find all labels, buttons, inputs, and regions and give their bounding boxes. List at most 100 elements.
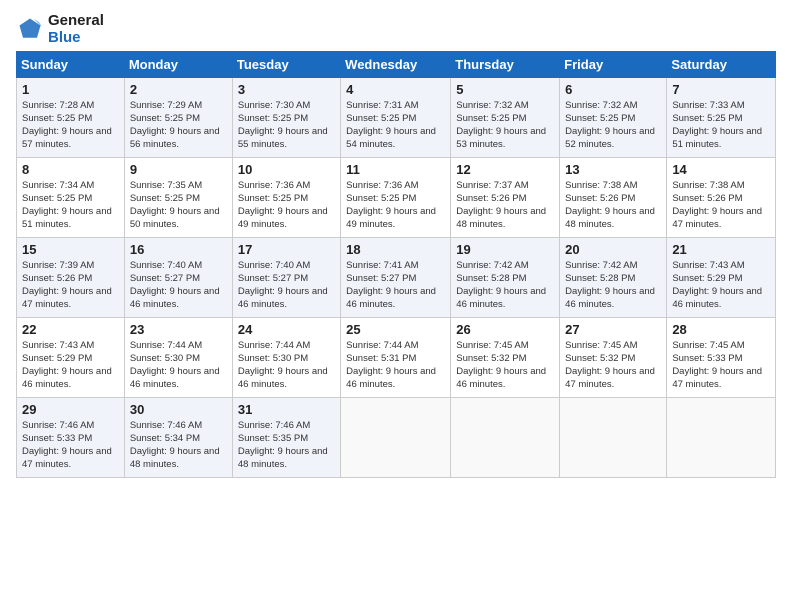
calendar-cell: 26 Sunrise: 7:45 AMSunset: 5:32 PMDayligh… <box>451 317 560 397</box>
calendar-cell: 11 Sunrise: 7:36 AMSunset: 5:25 PMDayligh… <box>341 157 451 237</box>
day-number: 19 <box>456 242 555 257</box>
calendar-cell: 7 Sunrise: 7:33 AMSunset: 5:25 PMDaylight… <box>667 77 776 157</box>
day-info: Sunrise: 7:32 AMSunset: 5:25 PMDaylight:… <box>456 99 555 152</box>
day-number: 21 <box>672 242 771 257</box>
calendar-cell: 2 Sunrise: 7:29 AMSunset: 5:25 PMDaylight… <box>124 77 232 157</box>
day-info: Sunrise: 7:42 AMSunset: 5:28 PMDaylight:… <box>456 259 555 312</box>
calendar-cell: 13 Sunrise: 7:38 AMSunset: 5:26 PMDayligh… <box>560 157 667 237</box>
day-number: 11 <box>346 162 446 177</box>
day-info: Sunrise: 7:45 AMSunset: 5:32 PMDaylight:… <box>456 339 555 392</box>
day-info: Sunrise: 7:43 AMSunset: 5:29 PMDaylight:… <box>22 339 120 392</box>
calendar-week-1: 1 Sunrise: 7:28 AMSunset: 5:25 PMDaylight… <box>17 77 776 157</box>
logo: General Blue <box>16 12 104 47</box>
day-number: 2 <box>130 82 228 97</box>
calendar-cell: 19 Sunrise: 7:42 AMSunset: 5:28 PMDayligh… <box>451 237 560 317</box>
calendar-cell: 14 Sunrise: 7:38 AMSunset: 5:26 PMDayligh… <box>667 157 776 237</box>
calendar-cell: 29 Sunrise: 7:46 AMSunset: 5:33 PMDayligh… <box>17 397 125 477</box>
day-number: 15 <box>22 242 120 257</box>
calendar-week-3: 15 Sunrise: 7:39 AMSunset: 5:26 PMDayligh… <box>17 237 776 317</box>
day-info: Sunrise: 7:44 AMSunset: 5:30 PMDaylight:… <box>130 339 228 392</box>
col-header-saturday: Saturday <box>667 51 776 77</box>
col-header-friday: Friday <box>560 51 667 77</box>
day-number: 24 <box>238 322 336 337</box>
calendar-cell: 12 Sunrise: 7:37 AMSunset: 5:26 PMDayligh… <box>451 157 560 237</box>
day-info: Sunrise: 7:36 AMSunset: 5:25 PMDaylight:… <box>346 179 446 232</box>
day-info: Sunrise: 7:38 AMSunset: 5:26 PMDaylight:… <box>565 179 662 232</box>
day-info: Sunrise: 7:45 AMSunset: 5:33 PMDaylight:… <box>672 339 771 392</box>
day-info: Sunrise: 7:40 AMSunset: 5:27 PMDaylight:… <box>130 259 228 312</box>
day-number: 26 <box>456 322 555 337</box>
day-info: Sunrise: 7:43 AMSunset: 5:29 PMDaylight:… <box>672 259 771 312</box>
day-info: Sunrise: 7:45 AMSunset: 5:32 PMDaylight:… <box>565 339 662 392</box>
day-number: 6 <box>565 82 662 97</box>
col-header-sunday: Sunday <box>17 51 125 77</box>
day-number: 8 <box>22 162 120 177</box>
day-number: 16 <box>130 242 228 257</box>
header-row: SundayMondayTuesdayWednesdayThursdayFrid… <box>17 51 776 77</box>
calendar-cell: 21 Sunrise: 7:43 AMSunset: 5:29 PMDayligh… <box>667 237 776 317</box>
day-info: Sunrise: 7:35 AMSunset: 5:25 PMDaylight:… <box>130 179 228 232</box>
day-number: 10 <box>238 162 336 177</box>
calendar-cell <box>560 397 667 477</box>
col-header-tuesday: Tuesday <box>232 51 340 77</box>
calendar-cell: 6 Sunrise: 7:32 AMSunset: 5:25 PMDaylight… <box>560 77 667 157</box>
day-info: Sunrise: 7:46 AMSunset: 5:33 PMDaylight:… <box>22 419 120 472</box>
calendar-cell: 4 Sunrise: 7:31 AMSunset: 5:25 PMDaylight… <box>341 77 451 157</box>
calendar-cell: 31Sunrise: 7:46 AMSunset: 5:35 PMDayligh… <box>232 397 340 477</box>
day-info: Sunrise: 7:44 AMSunset: 5:30 PMDaylight:… <box>238 339 336 392</box>
col-header-thursday: Thursday <box>451 51 560 77</box>
day-info: Sunrise: 7:44 AMSunset: 5:31 PMDaylight:… <box>346 339 446 392</box>
calendar-cell: 16 Sunrise: 7:40 AMSunset: 5:27 PMDayligh… <box>124 237 232 317</box>
calendar-cell: 22Sunrise: 7:43 AMSunset: 5:29 PMDayligh… <box>17 317 125 397</box>
day-number: 4 <box>346 82 446 97</box>
day-number: 31 <box>238 402 336 417</box>
calendar-cell: 27 Sunrise: 7:45 AMSunset: 5:32 PMDayligh… <box>560 317 667 397</box>
calendar-cell <box>667 397 776 477</box>
logo-icon <box>16 15 44 43</box>
day-number: 29 <box>22 402 120 417</box>
day-number: 7 <box>672 82 771 97</box>
day-info: Sunrise: 7:29 AMSunset: 5:25 PMDaylight:… <box>130 99 228 152</box>
day-info: Sunrise: 7:31 AMSunset: 5:25 PMDaylight:… <box>346 99 446 152</box>
day-number: 23 <box>130 322 228 337</box>
day-number: 20 <box>565 242 662 257</box>
calendar-cell: 24 Sunrise: 7:44 AMSunset: 5:30 PMDayligh… <box>232 317 340 397</box>
calendar-week-4: 22Sunrise: 7:43 AMSunset: 5:29 PMDayligh… <box>17 317 776 397</box>
day-info: Sunrise: 7:40 AMSunset: 5:27 PMDaylight:… <box>238 259 336 312</box>
day-info: Sunrise: 7:28 AMSunset: 5:25 PMDaylight:… <box>22 99 120 152</box>
day-number: 14 <box>672 162 771 177</box>
day-info: Sunrise: 7:32 AMSunset: 5:25 PMDaylight:… <box>565 99 662 152</box>
calendar-cell: 15 Sunrise: 7:39 AMSunset: 5:26 PMDayligh… <box>17 237 125 317</box>
day-number: 5 <box>456 82 555 97</box>
day-info: Sunrise: 7:39 AMSunset: 5:26 PMDaylight:… <box>22 259 120 312</box>
calendar-week-5: 29 Sunrise: 7:46 AMSunset: 5:33 PMDayligh… <box>17 397 776 477</box>
day-info: Sunrise: 7:33 AMSunset: 5:25 PMDaylight:… <box>672 99 771 152</box>
day-info: Sunrise: 7:37 AMSunset: 5:26 PMDaylight:… <box>456 179 555 232</box>
calendar-cell: 23 Sunrise: 7:44 AMSunset: 5:30 PMDayligh… <box>124 317 232 397</box>
col-header-monday: Monday <box>124 51 232 77</box>
calendar-cell: 25Sunrise: 7:44 AMSunset: 5:31 PMDayligh… <box>341 317 451 397</box>
calendar-cell <box>451 397 560 477</box>
day-info: Sunrise: 7:46 AMSunset: 5:34 PMDaylight:… <box>130 419 228 472</box>
header: General Blue <box>16 12 776 47</box>
day-info: Sunrise: 7:30 AMSunset: 5:25 PMDaylight:… <box>238 99 336 152</box>
day-info: Sunrise: 7:38 AMSunset: 5:26 PMDaylight:… <box>672 179 771 232</box>
calendar-cell <box>341 397 451 477</box>
page-container: General Blue SundayMondayTuesdayWednesda… <box>0 0 792 486</box>
day-number: 13 <box>565 162 662 177</box>
col-header-wednesday: Wednesday <box>341 51 451 77</box>
day-number: 1 <box>22 82 120 97</box>
day-number: 30 <box>130 402 228 417</box>
day-number: 12 <box>456 162 555 177</box>
day-number: 27 <box>565 322 662 337</box>
calendar-cell: 17 Sunrise: 7:40 AMSunset: 5:27 PMDayligh… <box>232 237 340 317</box>
logo-text: General Blue <box>48 12 104 47</box>
calendar-cell: 9Sunrise: 7:35 AMSunset: 5:25 PMDaylight… <box>124 157 232 237</box>
day-number: 17 <box>238 242 336 257</box>
day-info: Sunrise: 7:34 AMSunset: 5:25 PMDaylight:… <box>22 179 120 232</box>
day-info: Sunrise: 7:41 AMSunset: 5:27 PMDaylight:… <box>346 259 446 312</box>
calendar-cell: 1 Sunrise: 7:28 AMSunset: 5:25 PMDaylight… <box>17 77 125 157</box>
calendar-week-2: 8 Sunrise: 7:34 AMSunset: 5:25 PMDaylight… <box>17 157 776 237</box>
day-number: 3 <box>238 82 336 97</box>
calendar-cell: 18Sunrise: 7:41 AMSunset: 5:27 PMDayligh… <box>341 237 451 317</box>
